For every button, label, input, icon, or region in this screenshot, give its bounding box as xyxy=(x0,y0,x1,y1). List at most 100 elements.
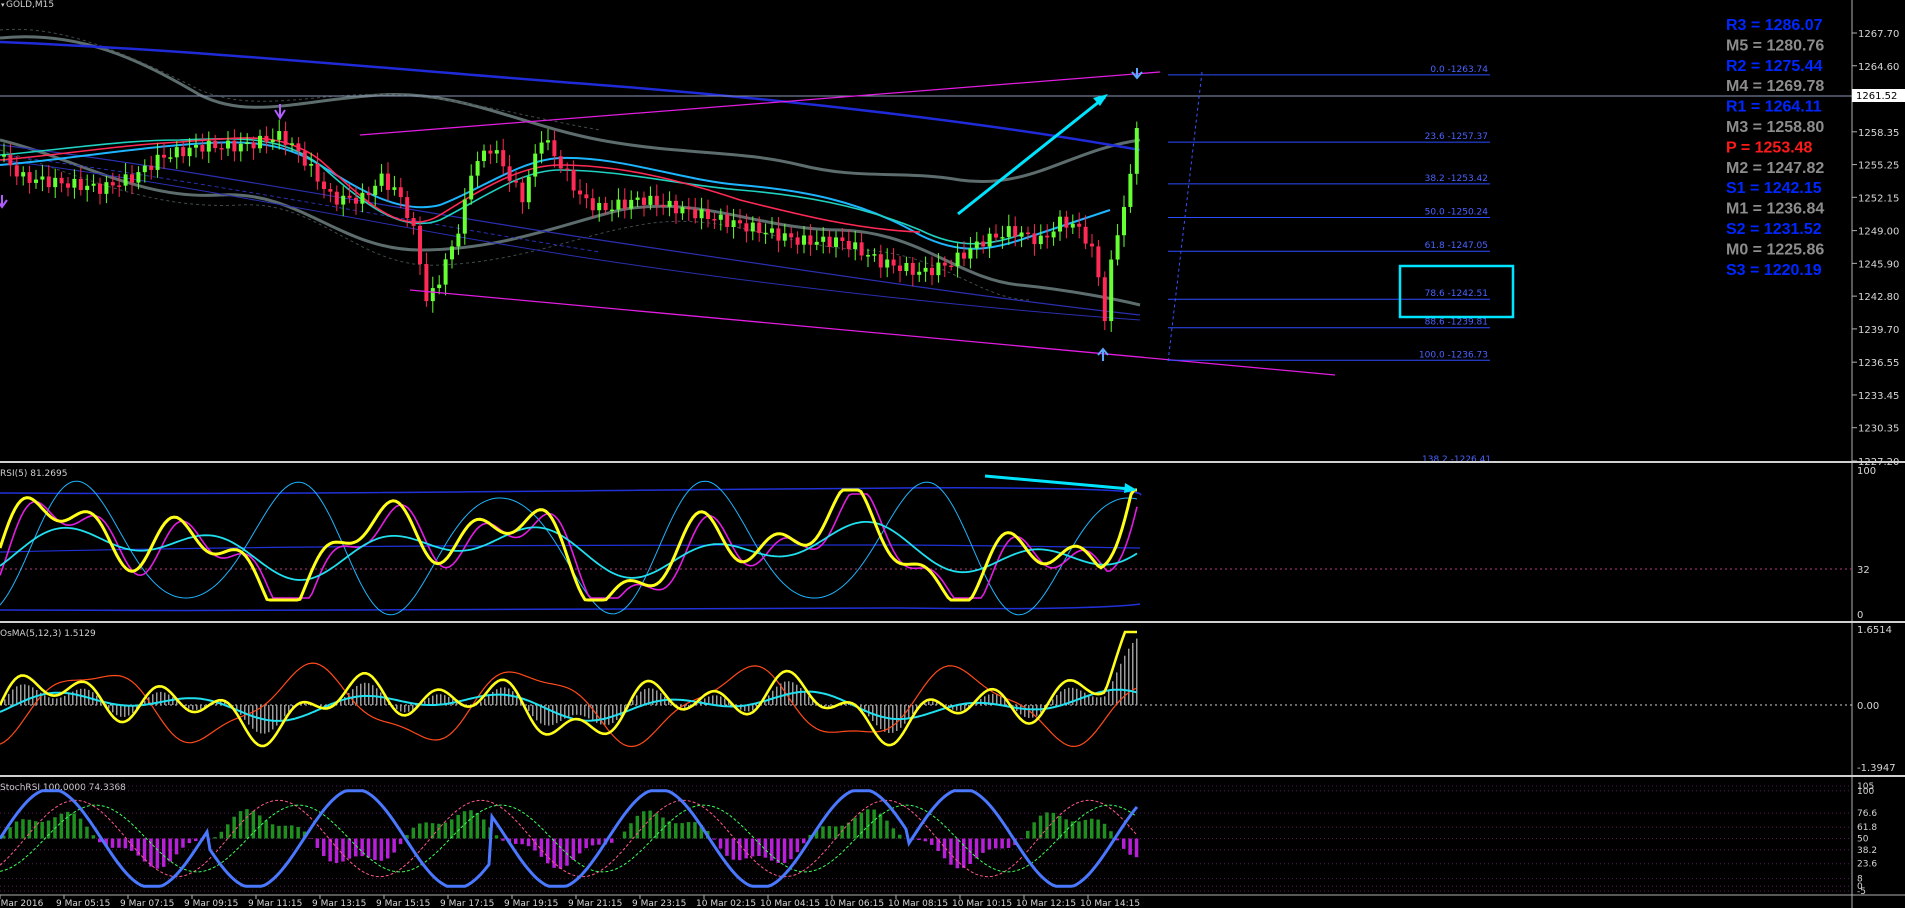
stochrsi-bar xyxy=(213,837,217,839)
osma-bar xyxy=(28,685,30,705)
osma-bar xyxy=(432,695,434,705)
stochrsi-bar xyxy=(290,825,294,839)
candle-body xyxy=(1115,235,1120,260)
osma-bar xyxy=(1100,697,1102,705)
candle-body xyxy=(552,140,557,157)
fib-level-label: 78.6 -1242.51 xyxy=(1425,289,1488,299)
time-label: 9 Mar 2016 xyxy=(0,899,44,908)
candle-body xyxy=(520,182,525,203)
chart-menu-icon[interactable]: ▾ xyxy=(1,1,5,9)
stochrsi-bar xyxy=(1090,818,1094,839)
candle-body xyxy=(206,140,211,152)
stochrsi-bar xyxy=(341,838,345,862)
candle-body xyxy=(27,172,32,183)
candle-body xyxy=(475,161,480,176)
candle-body xyxy=(635,197,640,200)
candle-body xyxy=(686,207,691,210)
stochrsi-bar xyxy=(14,821,19,839)
stochrsi-bar xyxy=(1058,815,1062,839)
candle-body xyxy=(1122,206,1126,236)
osma-bar xyxy=(720,696,722,705)
osma-bar xyxy=(16,686,18,705)
candle-body xyxy=(469,175,474,200)
candle-body xyxy=(334,191,339,205)
osma-bar xyxy=(1060,691,1062,705)
candle-body xyxy=(341,195,346,205)
stochrsi-bar xyxy=(994,838,998,849)
candle-body xyxy=(930,267,934,276)
osma-bar xyxy=(60,697,62,705)
candle-body xyxy=(853,242,858,250)
osma-bar xyxy=(928,701,930,705)
candle-body xyxy=(34,179,38,183)
stochrsi-bar xyxy=(1006,838,1011,848)
osma-bar xyxy=(808,696,810,705)
candle-body xyxy=(1128,173,1133,207)
osma-bar xyxy=(588,705,590,719)
candle-body xyxy=(142,165,147,173)
candle-body xyxy=(501,150,506,167)
stochrsi-bar xyxy=(872,809,876,839)
candle-body xyxy=(558,156,563,169)
candle-body xyxy=(226,140,230,149)
candle-body xyxy=(1070,223,1075,228)
stochrsi-bar xyxy=(526,838,531,847)
candle-body xyxy=(46,176,51,188)
candle-body xyxy=(808,235,813,245)
stochrsi-bar xyxy=(866,809,870,839)
candle-body xyxy=(642,197,646,205)
candle-body xyxy=(1064,216,1069,228)
candle-body xyxy=(430,288,435,302)
candle-body xyxy=(738,220,742,224)
osma-title: OsMA(5,12,3) 1.5129 xyxy=(0,629,96,639)
osma-bar xyxy=(1056,695,1058,705)
candle-body xyxy=(219,148,224,150)
candle-body xyxy=(14,165,19,177)
osma-bar xyxy=(240,705,242,715)
osma-bar xyxy=(48,697,50,705)
time-label: 9 Mar 05:15 xyxy=(56,899,110,908)
osma-bar xyxy=(120,705,122,717)
stochrsi-bar xyxy=(322,838,326,857)
stochrsi-bar xyxy=(1096,819,1100,839)
stochrsi-bar xyxy=(923,838,928,842)
stochrsi-bar xyxy=(85,826,89,839)
time-label: 9 Mar 17:15 xyxy=(440,899,494,908)
stochrsi-bar xyxy=(546,838,550,864)
osma-bar xyxy=(284,705,286,717)
stochrsi-bar xyxy=(334,838,339,863)
stochrsi-bar xyxy=(674,823,678,839)
candle-body xyxy=(386,173,390,190)
stochrsi-bar xyxy=(693,822,697,839)
osma-bar xyxy=(76,689,78,705)
candle-body xyxy=(661,204,666,207)
osma-bar xyxy=(716,695,718,705)
stochrsi-bar xyxy=(1051,812,1056,839)
stochrsi-bar xyxy=(629,823,633,839)
stochrsi-bar xyxy=(955,838,960,869)
candle-body xyxy=(309,163,314,166)
stochrsi-bar xyxy=(1000,838,1004,849)
stochrsi-bar xyxy=(232,816,236,839)
candle-body xyxy=(443,259,448,285)
stochrsi-bar xyxy=(162,838,166,867)
osma-bar xyxy=(372,685,374,705)
stochrsi-bar xyxy=(962,838,966,868)
stochrsi-bar xyxy=(686,822,691,839)
candle-body xyxy=(405,197,410,219)
stochrsi-bar xyxy=(642,811,646,839)
candle-body xyxy=(187,147,192,157)
fib-level-label: 23.6 -1257.37 xyxy=(1425,132,1488,142)
osma-bar xyxy=(356,685,358,705)
candle-body xyxy=(629,199,634,209)
candle-body xyxy=(258,135,262,149)
price-label: 1267.70 xyxy=(1858,29,1899,40)
candle-body xyxy=(834,237,838,247)
osma-bar xyxy=(488,695,490,705)
stochrsi-bar xyxy=(392,838,396,853)
stochrsi-bar xyxy=(450,819,454,839)
candle-body xyxy=(398,187,403,198)
candle-body xyxy=(802,235,806,245)
candle-body xyxy=(130,174,134,183)
osma-bar xyxy=(124,705,126,717)
